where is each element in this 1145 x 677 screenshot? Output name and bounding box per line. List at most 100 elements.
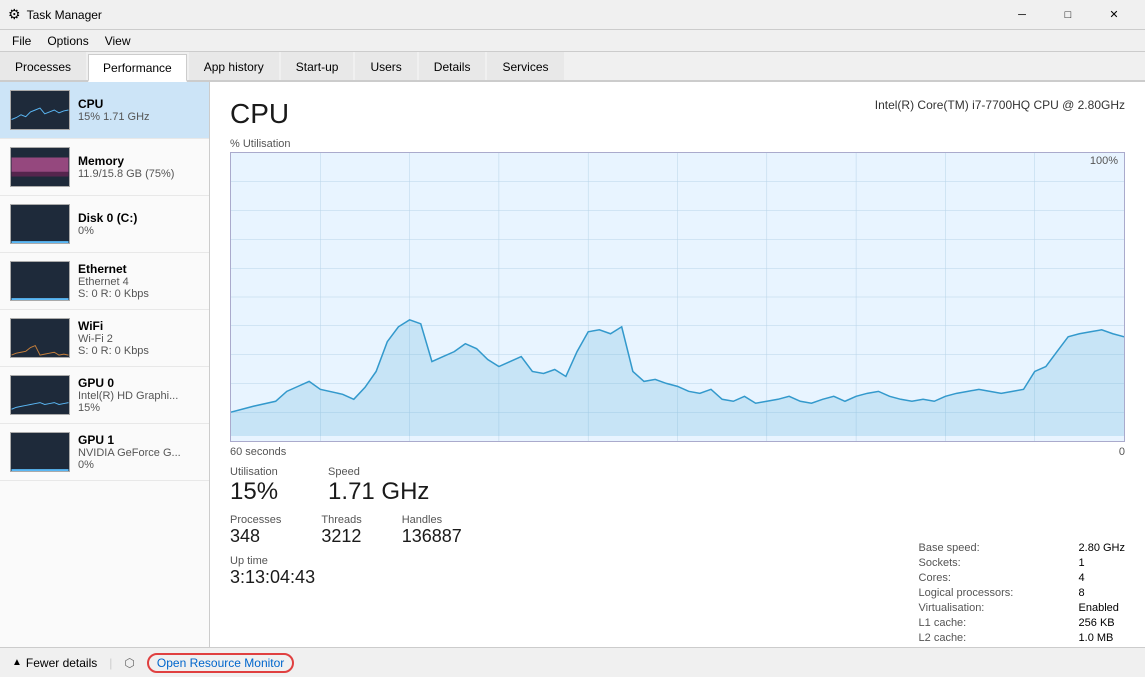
sidebar-item-gpu1[interactable]: GPU 1 NVIDIA GeForce G... 0% bbox=[0, 424, 209, 481]
detail-subtitle: Intel(R) Core(TM) i7-7700HQ CPU @ 2.80GH… bbox=[875, 98, 1125, 112]
minimize-button[interactable]: ─ bbox=[999, 0, 1045, 30]
speed-stat: Speed 1.71 GHz bbox=[328, 466, 429, 506]
bottom-bar: ▲ Fewer details | ⬡ Open Resource Monito… bbox=[0, 647, 1145, 677]
separator: | bbox=[109, 656, 112, 670]
sidebar-item-gpu0[interactable]: GPU 0 Intel(R) HD Graphi... 15% bbox=[0, 367, 209, 424]
open-resource-monitor-link[interactable]: Open Resource Monitor bbox=[147, 653, 294, 673]
tab-startup[interactable]: Start-up bbox=[281, 52, 354, 80]
gpu1-info: GPU 1 NVIDIA GeForce G... 0% bbox=[78, 433, 199, 471]
chart-y-max: 100% bbox=[1090, 155, 1118, 167]
cpu-name: CPU bbox=[78, 97, 199, 111]
processes-value: 348 bbox=[230, 526, 281, 547]
wifi-info: WiFi Wi-Fi 2 S: 0 R: 0 Kbps bbox=[78, 319, 199, 357]
memory-thumbnail bbox=[10, 147, 70, 187]
speed-value: 1.71 GHz bbox=[328, 478, 429, 506]
chart-label: % Utilisation bbox=[230, 138, 1125, 150]
cpu-sub: 15% 1.71 GHz bbox=[78, 111, 199, 123]
cpu-chart: 100% bbox=[230, 152, 1125, 442]
chevron-down-icon: ▲ bbox=[12, 657, 22, 668]
chart-time-right: 0 bbox=[1119, 446, 1125, 458]
close-button[interactable]: ✕ bbox=[1091, 0, 1137, 30]
detail-panel: CPU Intel(R) Core(TM) i7-7700HQ CPU @ 2.… bbox=[210, 82, 1145, 647]
main-content: CPU 15% 1.71 GHz Memory 11.9/15.8 GB (75… bbox=[0, 82, 1145, 647]
handles-value: 136887 bbox=[402, 526, 462, 547]
gpu1-name: GPU 1 bbox=[78, 433, 199, 447]
processes-stat: Processes 348 bbox=[230, 514, 281, 547]
threads-value: 3212 bbox=[321, 526, 361, 547]
tab-app-history[interactable]: App history bbox=[189, 52, 279, 80]
chart-time-labels: 60 seconds 0 bbox=[230, 446, 1125, 458]
memory-sub: 11.9/15.8 GB (75%) bbox=[78, 168, 199, 180]
sidebar: CPU 15% 1.71 GHz Memory 11.9/15.8 GB (75… bbox=[0, 82, 210, 647]
ethernet-thumbnail bbox=[10, 261, 70, 301]
memory-info: Memory 11.9/15.8 GB (75%) bbox=[78, 154, 199, 180]
sidebar-item-cpu[interactable]: CPU 15% 1.71 GHz bbox=[0, 82, 209, 139]
cpu-thumbnail bbox=[10, 90, 70, 130]
detail-header: CPU Intel(R) Core(TM) i7-7700HQ CPU @ 2.… bbox=[230, 98, 1125, 130]
utilisation-stat: Utilisation 15% bbox=[230, 466, 278, 506]
handles-stat: Handles 136887 bbox=[402, 514, 462, 547]
utilisation-value: 15% bbox=[230, 478, 278, 506]
menu-bar: File Options View bbox=[0, 30, 1145, 52]
ethernet-sub2: S: 0 R: 0 Kbps bbox=[78, 288, 199, 300]
info-cores: Cores: 4 bbox=[919, 572, 1125, 584]
cpu-info: CPU 15% 1.71 GHz bbox=[78, 97, 199, 123]
threads-label: Threads bbox=[321, 514, 361, 526]
gpu0-name: GPU 0 bbox=[78, 376, 199, 390]
gpu1-thumbnail bbox=[10, 432, 70, 472]
disk-info: Disk 0 (C:) 0% bbox=[78, 211, 199, 237]
gpu0-thumbnail bbox=[10, 375, 70, 415]
resource-monitor-icon: ⬡ bbox=[124, 656, 134, 670]
disk-thumbnail bbox=[10, 204, 70, 244]
gpu0-sub1: Intel(R) HD Graphi... bbox=[78, 390, 199, 402]
title-bar-controls: ─ □ ✕ bbox=[999, 0, 1137, 30]
threads-stat: Threads 3212 bbox=[321, 514, 361, 547]
info-table: Base speed: 2.80 GHz Sockets: 1 Cores: 4… bbox=[919, 542, 1125, 647]
app-title: Task Manager bbox=[27, 8, 102, 22]
sidebar-item-wifi[interactable]: WiFi Wi-Fi 2 S: 0 R: 0 Kbps bbox=[0, 310, 209, 367]
tab-services[interactable]: Services bbox=[487, 52, 563, 80]
tab-details[interactable]: Details bbox=[419, 52, 486, 80]
info-logical-processors: Logical processors: 8 bbox=[919, 587, 1125, 599]
info-virtualisation: Virtualisation: Enabled bbox=[919, 602, 1125, 614]
gpu0-info: GPU 0 Intel(R) HD Graphi... 15% bbox=[78, 376, 199, 414]
tab-bar: Processes Performance App history Start-… bbox=[0, 52, 1145, 82]
disk-name: Disk 0 (C:) bbox=[78, 211, 199, 225]
tab-processes[interactable]: Processes bbox=[0, 52, 86, 80]
chart-time-left: 60 seconds bbox=[230, 446, 286, 458]
fewer-details-label: Fewer details bbox=[26, 656, 97, 670]
gpu0-sub2: 15% bbox=[78, 402, 199, 414]
wifi-name: WiFi bbox=[78, 319, 199, 333]
handles-label: Handles bbox=[402, 514, 462, 526]
app-icon: ⚙ bbox=[8, 6, 21, 23]
wifi-sub1: Wi-Fi 2 bbox=[78, 333, 199, 345]
disk-sub: 0% bbox=[78, 225, 199, 237]
cpu-chart-svg bbox=[231, 153, 1124, 441]
info-l1cache: L1 cache: 256 KB bbox=[919, 617, 1125, 629]
title-bar-left: ⚙ Task Manager bbox=[8, 6, 102, 23]
info-basespeed: Base speed: 2.80 GHz bbox=[919, 542, 1125, 554]
tab-users[interactable]: Users bbox=[355, 52, 416, 80]
sidebar-item-ethernet[interactable]: Ethernet Ethernet 4 S: 0 R: 0 Kbps bbox=[0, 253, 209, 310]
wifi-thumbnail bbox=[10, 318, 70, 358]
info-sockets: Sockets: 1 bbox=[919, 557, 1125, 569]
gpu1-sub1: NVIDIA GeForce G... bbox=[78, 447, 199, 459]
utilisation-label: Utilisation bbox=[230, 466, 278, 478]
sidebar-item-disk[interactable]: Disk 0 (C:) 0% bbox=[0, 196, 209, 253]
tab-performance[interactable]: Performance bbox=[88, 54, 187, 82]
memory-name: Memory bbox=[78, 154, 199, 168]
speed-label: Speed bbox=[328, 466, 429, 478]
sidebar-item-memory[interactable]: Memory 11.9/15.8 GB (75%) bbox=[0, 139, 209, 196]
menu-options[interactable]: Options bbox=[39, 32, 96, 50]
processes-label: Processes bbox=[230, 514, 281, 526]
wifi-sub2: S: 0 R: 0 Kbps bbox=[78, 345, 199, 357]
menu-file[interactable]: File bbox=[4, 32, 39, 50]
fewer-details-button[interactable]: ▲ Fewer details bbox=[12, 656, 97, 670]
detail-title: CPU bbox=[230, 98, 289, 130]
ethernet-info: Ethernet Ethernet 4 S: 0 R: 0 Kbps bbox=[78, 262, 199, 300]
title-bar: ⚙ Task Manager ─ □ ✕ bbox=[0, 0, 1145, 30]
maximize-button[interactable]: □ bbox=[1045, 0, 1091, 30]
info-l2cache: L2 cache: 1.0 MB bbox=[919, 632, 1125, 644]
menu-view[interactable]: View bbox=[97, 32, 139, 50]
ethernet-sub1: Ethernet 4 bbox=[78, 276, 199, 288]
